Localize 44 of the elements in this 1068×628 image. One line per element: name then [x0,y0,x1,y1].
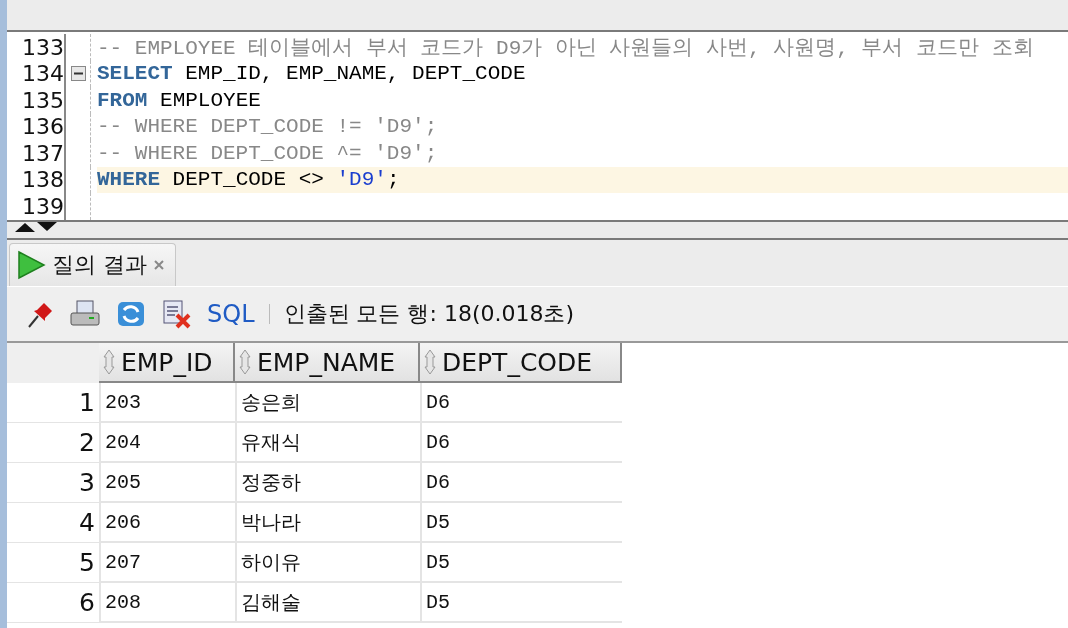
fetch-status: 인출된 모든 행: 18(0.018초) [283,300,575,328]
table-cell: D5 [420,543,622,583]
line-number: 139 [7,193,66,220]
table-cell: 203 [99,383,235,423]
table-cell: D6 [420,463,622,503]
line-number: 133 [7,34,66,61]
table-cell: 204 [99,423,235,463]
collapse-icon[interactable] [70,66,86,82]
close-icon[interactable] [153,259,165,271]
table-cell: D6 [420,423,622,463]
sort-icon[interactable] [239,349,251,375]
line-number: 137 [7,140,66,167]
table-cell: 송은희 [235,383,420,423]
run-icon [16,250,46,280]
table-cell: 207 [99,543,235,583]
table-cell: D5 [420,583,622,623]
sort-icon[interactable] [424,349,436,375]
code-line: SELECT EMP_ID, EMP_NAME, DEPT_CODE [97,61,527,87]
code-line: -- WHERE DEPT_CODE != 'D9'; [97,114,439,140]
table-cell: D5 [420,503,622,543]
sort-icon[interactable] [103,349,115,375]
column-header[interactable]: EMP_ID [99,343,235,383]
column-header[interactable]: EMP_NAME [235,343,420,383]
results-tab[interactable]: 질의 결과 [9,243,176,286]
table-cell: 205 [99,463,235,503]
sql-link[interactable]: SQL [207,300,255,328]
code-line: FROM EMPLOYEE [97,87,262,114]
table-cell: 206 [99,503,235,543]
line-number: 135 [7,87,66,114]
table-cell: 박나라 [235,503,420,543]
table-cell: 유재식 [235,423,420,463]
code-line: -- EMPLOYEE 테이블에서 부서 코드가 D9가 아닌 사원들의 사번, 사원명, 부서 코드만 조회 [97,36,1035,61]
table-cell: 208 [99,583,235,623]
table-cell: 하이유 [235,543,420,583]
table-cell: D6 [420,383,622,423]
line-number: 136 [7,113,66,140]
line-number: 138 [7,166,66,193]
column-header[interactable]: DEPT_CODE [420,343,622,383]
print-icon[interactable] [69,299,101,329]
code-line: -- WHERE DEPT_CODE ^= 'D9'; [97,140,439,167]
clear-icon[interactable] [161,298,193,330]
line-number: 134 [7,60,66,87]
table-cell: 김해술 [235,583,420,623]
table-cell: 정중하 [235,463,420,503]
